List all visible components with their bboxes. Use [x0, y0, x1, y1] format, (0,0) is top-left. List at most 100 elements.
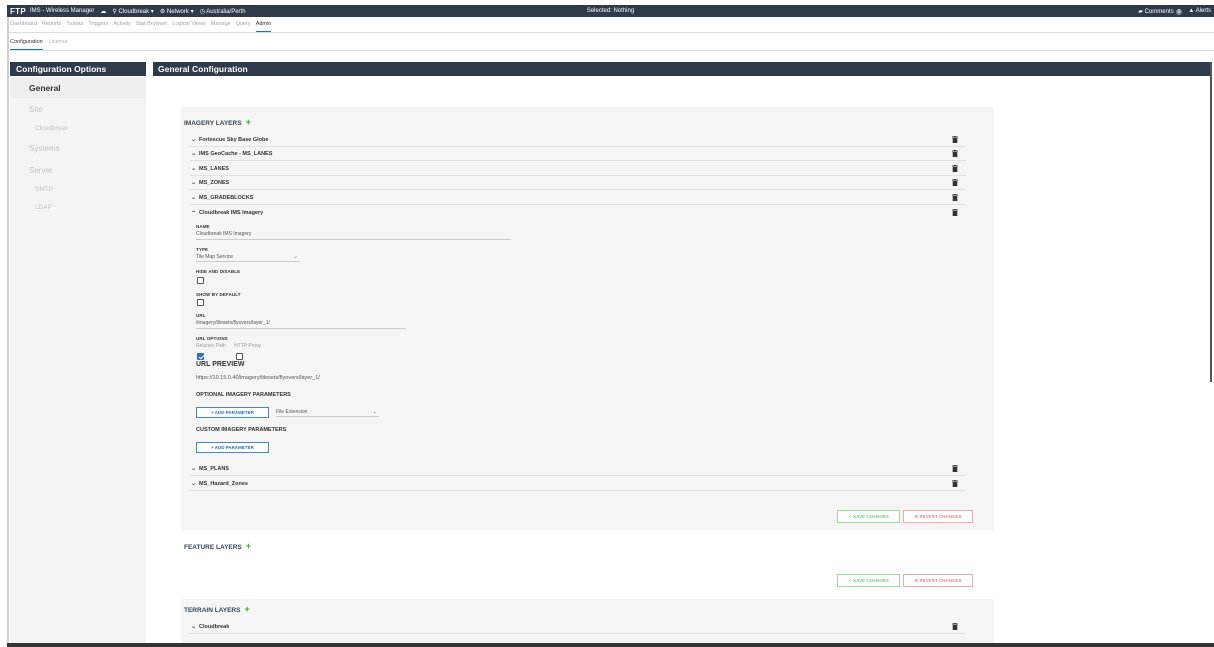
chevron-down-icon: ⌄ — [191, 466, 197, 472]
layer-name: Fortescue Sky Base Globe — [199, 136, 269, 143]
name-input[interactable]: Cloudbreak IMS Imagery — [196, 231, 511, 240]
tab-configuration[interactable]: Configuration — [10, 39, 43, 50]
bottom-border — [7, 643, 1214, 647]
url-input[interactable]: /imagery/tilesets/flyovers/layer_1/ — [196, 320, 406, 329]
tab-query[interactable]: Query — [236, 21, 251, 32]
imagery-layers-label: IMAGERY LAYERS — [184, 120, 242, 127]
url-options-label: URL OPTIONS — [196, 336, 228, 341]
tab-license[interactable]: License — [49, 39, 68, 50]
layer-row[interactable]: ⌄ MS_Hazard_Zones — [190, 477, 966, 491]
sub-nav: Configuration License — [7, 34, 1214, 51]
feature-save-changes-button[interactable]: ✔ SAVE CHANGES — [837, 574, 900, 587]
trash-icon[interactable] — [952, 194, 958, 201]
trash-icon[interactable] — [952, 480, 958, 487]
sidebar-item-ldap[interactable]: LDAP — [10, 204, 52, 211]
layer-name: MS_Hazard_Zones — [199, 480, 248, 487]
left-border — [7, 17, 9, 647]
trash-icon[interactable] — [952, 465, 958, 472]
imagery-revert-changes-button[interactable]: ✖ REVERT CHANGES — [903, 510, 973, 523]
sidebar-item-cloudbreak[interactable]: Cloudbreak — [10, 125, 68, 132]
tab-admin[interactable]: Admin — [255, 21, 272, 32]
layer-row[interactable]: ⌄ IMS GeoCache - MS_LANES — [190, 147, 966, 161]
trash-icon[interactable] — [952, 136, 958, 143]
file-extension-select[interactable]: File Extension ⌄ — [276, 409, 379, 417]
scrollbar-track[interactable] — [1210, 62, 1212, 382]
tab-triggers[interactable]: Triggers — [88, 21, 108, 32]
page-title: General Configuration — [153, 62, 1210, 76]
main-nav: Dashboard Reports Tickets Triggers Activ… — [7, 17, 1214, 33]
trash-icon[interactable] — [952, 165, 958, 172]
hide-disable-checkbox[interactable] — [197, 277, 204, 284]
add-custom-parameter-button[interactable]: + ADD PARAMETER — [196, 442, 269, 453]
chevron-up-icon: ⌃ — [191, 210, 197, 217]
layer-row[interactable]: ⌄ MS_LANES — [190, 162, 966, 176]
imagery-layers-panel: IMAGERY LAYERS + ⌄ Fortescue Sky Base Glob… — [181, 107, 994, 530]
trash-icon[interactable] — [952, 150, 958, 157]
http-proxy-checkbox[interactable] — [236, 353, 243, 360]
layer-row[interactable]: ⌄ MS_PLANS — [190, 462, 966, 476]
sidebar-item-general[interactable]: General — [10, 78, 146, 98]
tab-activity[interactable]: Activity — [113, 21, 130, 32]
imagery-save-changes-button[interactable]: ✔ SAVE CHANGES — [837, 510, 900, 523]
feature-layers-title: FEATURE LAYERS + — [184, 541, 251, 551]
layer-row[interactable]: ⌄ Fortescue Sky Base Globe — [190, 133, 966, 147]
sidebar-item-site[interactable]: Site — [10, 105, 43, 114]
chevron-down-icon: ⌄ — [191, 166, 197, 172]
tab-dashboard[interactable]: Dashboard — [10, 21, 37, 32]
layer-row[interactable]: ⌄ Cloudbreak — [190, 620, 966, 634]
url-preview-value: https://10.15.0.40/imagery/tilesets/flyo… — [196, 375, 320, 381]
add-imagery-layer-icon[interactable]: + — [246, 117, 251, 127]
add-terrain-layer-icon[interactable]: + — [244, 604, 249, 614]
type-select[interactable]: Tile Map Service ⌄ — [196, 254, 300, 262]
tab-reports[interactable]: Reports — [42, 21, 61, 32]
top-bar: FTP IMS - Wireless Manager ☁ ⚲ Cloudbrea… — [7, 5, 1214, 17]
imagery-layers-title: IMAGERY LAYERS + — [184, 117, 251, 127]
layer-name: MS_LANES — [199, 165, 229, 172]
network-selector[interactable]: ⚙ Network ▾ — [160, 8, 194, 15]
terrain-layers-panel: TERRAIN LAYERS + ⌄ Cloudbreak — [181, 599, 994, 643]
trash-icon[interactable] — [952, 623, 958, 630]
relative-path-checkbox[interactable] — [197, 353, 204, 360]
config-sidebar: Configuration Options General Site Cloud… — [10, 62, 146, 647]
layer-row-expanded[interactable]: ⌃ Cloudbreak IMS Imagery — [190, 206, 966, 220]
chevron-down-icon: ⌄ — [191, 180, 197, 186]
chevron-down-icon: ⌄ — [191, 624, 197, 630]
url-field-label: URL — [196, 313, 206, 318]
site-label: Cloudbreak — [118, 8, 150, 15]
tab-logical-views[interactable]: Logical Views — [172, 21, 206, 32]
chevron-down-icon: ⌄ — [191, 137, 197, 143]
comments-button[interactable]: ▰ Comments 0 — [1138, 8, 1183, 15]
feature-revert-changes-button[interactable]: ✖ REVERT CHANGES — [903, 574, 973, 587]
layer-row[interactable]: ⌄ MS_ZONES — [190, 176, 966, 190]
type-field-label: TYPE — [196, 247, 209, 252]
alerts-label: Alerts — [1195, 8, 1211, 14]
optional-params-title: OPTIONAL IMAGERY PARAMETERS — [196, 392, 291, 398]
comment-icon: ▰ — [1138, 8, 1143, 15]
sidebar-item-server[interactable]: Server — [10, 166, 53, 175]
name-field-label: NAME — [196, 224, 210, 229]
layer-row[interactable]: ⌄ MS_GRADEBLOCKS — [190, 191, 966, 205]
app-logo: FTP — [10, 6, 27, 16]
show-default-checkbox[interactable] — [197, 299, 204, 306]
sidebar-item-smtp[interactable]: SMTP — [10, 186, 53, 193]
tab-stat-browser[interactable]: Stat Browser — [136, 21, 167, 32]
chevron-down-icon: ⌄ — [292, 254, 298, 260]
tab-manage[interactable]: Manage — [211, 21, 231, 32]
chevron-down-icon: ⌄ — [191, 151, 197, 157]
trash-icon[interactable] — [952, 209, 958, 216]
alerts-button[interactable]: ▲ Alerts — [1188, 8, 1211, 14]
location-pin-icon: ⚲ — [112, 8, 117, 15]
tab-tickets[interactable]: Tickets — [66, 21, 83, 32]
app-title: IMS - Wireless Manager — [30, 8, 95, 14]
trash-icon[interactable] — [952, 179, 958, 186]
site-selector[interactable]: ⚲ Cloudbreak ▾ — [112, 8, 153, 15]
add-optional-parameter-button[interactable]: + ADD PARAMETER — [196, 407, 269, 418]
sidebar-header: Configuration Options — [10, 62, 146, 76]
warning-icon: ▲ — [1188, 8, 1195, 14]
sidebar-item-systems[interactable]: Systems — [10, 144, 60, 153]
layer-name: Cloudbreak IMS Imagery — [199, 210, 264, 216]
custom-params-title: CUSTOM IMAGERY PARAMETERS — [196, 427, 287, 433]
add-feature-layer-icon[interactable]: + — [246, 541, 251, 551]
timezone-selector[interactable]: ◷ Australia/Perth — [200, 8, 246, 15]
layer-name: IMS GeoCache - MS_LANES — [199, 150, 273, 157]
